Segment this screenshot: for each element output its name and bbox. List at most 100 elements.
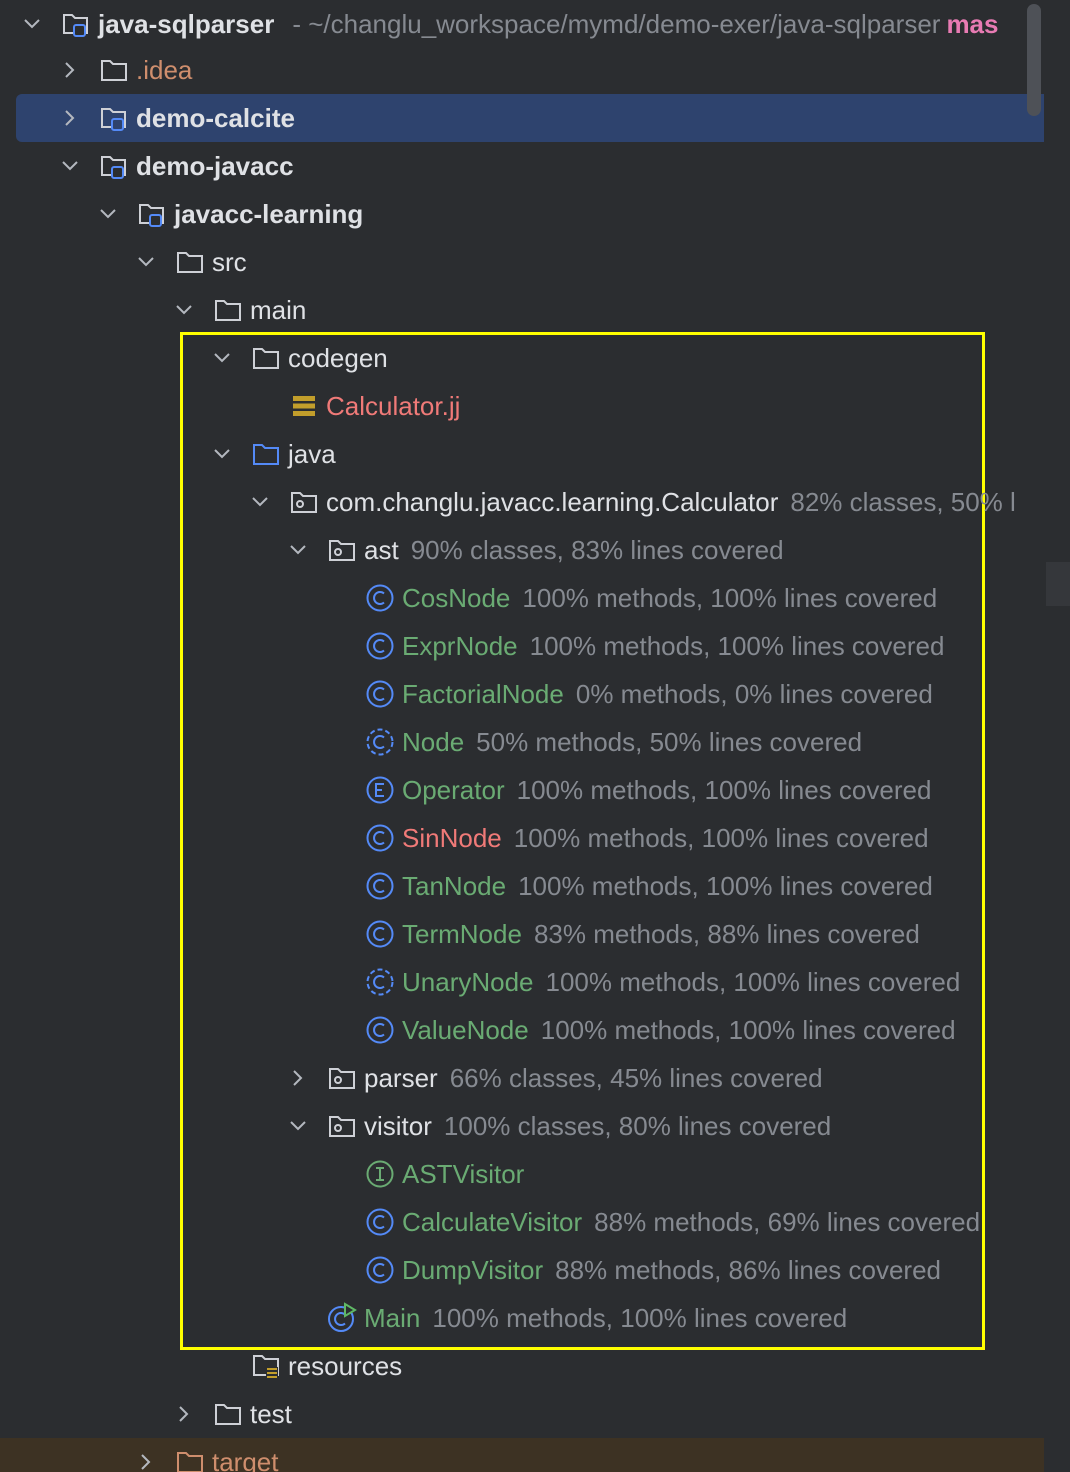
- tree-row-termnode[interactable]: TermNode 83% methods, 88% lines covered: [0, 910, 1044, 958]
- package-icon: [326, 1062, 358, 1094]
- class-icon: [364, 678, 396, 710]
- excluded-folder-icon: [174, 1446, 206, 1472]
- tree-label: FactorialNode: [402, 678, 564, 709]
- module-folder-icon: [136, 198, 168, 230]
- chevron-down-icon[interactable]: [98, 204, 118, 224]
- folder-icon: [212, 1398, 244, 1430]
- chevron-down-icon[interactable]: [136, 252, 156, 272]
- coverage-text: 100% methods, 100% lines covered: [513, 822, 929, 853]
- tree-row-exprnode[interactable]: ExprNode 100% methods, 100% lines covere…: [0, 622, 1044, 670]
- chevron-down-icon[interactable]: [212, 444, 232, 464]
- chevron-right-icon[interactable]: [288, 1068, 308, 1088]
- tree-row-factorialnode[interactable]: FactorialNode 0% methods, 0% lines cover…: [0, 670, 1044, 718]
- tree-row-operator[interactable]: Operator 100% methods, 100% lines covere…: [0, 766, 1044, 814]
- tree-row-idea[interactable]: .idea: [0, 46, 1044, 94]
- tree-row-codegen[interactable]: codegen: [0, 334, 1044, 382]
- tree-label: main: [250, 294, 307, 325]
- tree-label: codegen: [288, 342, 388, 373]
- tree-row-sinnode[interactable]: SinNode 100% methods, 100% lines covered: [0, 814, 1044, 862]
- enum-icon: [364, 774, 396, 806]
- tree-label: SinNode: [402, 822, 502, 853]
- tree-row-demo-javacc[interactable]: demo-javacc: [0, 142, 1044, 190]
- tree-row-dumpvisitor[interactable]: DumpVisitor 88% methods, 86% lines cover…: [0, 1246, 1044, 1294]
- chevron-right-icon[interactable]: [136, 1452, 156, 1472]
- tree-label: TermNode: [402, 918, 522, 949]
- chevron-down-icon[interactable]: [288, 1116, 308, 1136]
- coverage-text: 100% methods, 100% lines covered: [518, 870, 933, 901]
- tree-label: ASTVisitor: [402, 1158, 525, 1189]
- branch-name: mas: [946, 8, 999, 39]
- tree-row-visitor[interactable]: visitor 100% classes, 80% lines covered: [0, 1102, 1044, 1150]
- chevron-down-icon[interactable]: [212, 348, 232, 368]
- tree-row-resources[interactable]: resources: [0, 1342, 1044, 1390]
- class-icon: [364, 630, 396, 662]
- tree-label: CalculateVisitor: [402, 1206, 583, 1237]
- tree-label: CosNode: [402, 582, 511, 613]
- tree-row-cosnode[interactable]: CosNode 100% methods, 100% lines covered: [0, 574, 1044, 622]
- tree-row-target[interactable]: target: [0, 1438, 1044, 1472]
- tree-row-src[interactable]: src: [0, 238, 1044, 286]
- coverage-text: 100% methods, 100% lines covered: [522, 582, 938, 613]
- tree-label: UnaryNode: [402, 966, 534, 997]
- tree-row-astvisitor[interactable]: ASTVisitor: [0, 1150, 1044, 1198]
- package-icon: [326, 1110, 358, 1142]
- tree-row-ast[interactable]: ast 90% classes, 83% lines covered: [0, 526, 1044, 574]
- coverage-text: 0% methods, 0% lines covered: [575, 678, 933, 709]
- module-folder-icon: [60, 8, 92, 40]
- tree-row-test[interactable]: test: [0, 1390, 1044, 1438]
- tree-row-node[interactable]: Node 50% methods, 50% lines covered: [0, 718, 1044, 766]
- runnable-class-icon: [326, 1302, 358, 1334]
- class-icon: [364, 870, 396, 902]
- tree-label: src: [212, 246, 247, 277]
- coverage-text: 100% methods, 100% lines covered: [432, 1302, 848, 1333]
- coverage-text: 88% methods, 69% lines covered: [594, 1206, 981, 1237]
- tree-row-calculator-jj[interactable]: Calculator.jj: [0, 382, 1044, 430]
- chevron-down-icon[interactable]: [174, 300, 194, 320]
- tree-row-javacc-learning[interactable]: javacc-learning: [0, 190, 1044, 238]
- chevron-down-icon[interactable]: [288, 540, 308, 560]
- tree-row-tannode[interactable]: TanNode 100% methods, 100% lines covered: [0, 862, 1044, 910]
- class-icon: [364, 918, 396, 950]
- coverage-text: 100% methods, 100% lines covered: [540, 1014, 956, 1045]
- coverage-text: 83% methods, 88% lines covered: [533, 918, 920, 949]
- tree-row-main[interactable]: main: [0, 286, 1044, 334]
- scrollbar-track[interactable]: [1044, 0, 1070, 1472]
- chevron-right-icon[interactable]: [174, 1404, 194, 1424]
- tree-label: ExprNode: [402, 630, 518, 661]
- chevron-down-icon[interactable]: [22, 14, 42, 34]
- coverage-text: 100% methods, 100% lines covered: [529, 630, 945, 661]
- tree-label: .idea: [136, 54, 193, 85]
- abstract-class-icon: [364, 726, 396, 758]
- tree-label: ast: [364, 534, 399, 565]
- tree-row-calculatevisitor[interactable]: CalculateVisitor 88% methods, 69% lines …: [0, 1198, 1044, 1246]
- tree-row-package[interactable]: com.changlu.javacc.learning.Calculator 8…: [0, 478, 1044, 526]
- coverage-text: 100% methods, 100% lines covered: [516, 774, 932, 805]
- package-icon: [288, 486, 320, 518]
- tree-row-demo-calcite[interactable]: demo-calcite: [0, 94, 1044, 142]
- coverage-text: 100% methods, 100% lines covered: [545, 966, 961, 997]
- tree-row-valuenode[interactable]: ValueNode 100% methods, 100% lines cover…: [0, 1006, 1044, 1054]
- tree-label: java: [288, 438, 336, 469]
- scrollbar-thumb[interactable]: [1027, 4, 1041, 116]
- tree-label: demo-javacc: [136, 150, 294, 181]
- tree-label: visitor: [364, 1110, 432, 1141]
- abstract-class-icon: [364, 966, 396, 998]
- tree-row-java-sqlparser[interactable]: java-sqlparser - ~/changlu_workspace/mym…: [0, 0, 1044, 48]
- chevron-right-icon[interactable]: [60, 108, 80, 128]
- folder-icon: [250, 342, 282, 374]
- interface-icon: [364, 1158, 396, 1190]
- coverage-text: 90% classes, 83% lines covered: [410, 534, 784, 565]
- tree-row-main-class[interactable]: Main 100% methods, 100% lines covered: [0, 1294, 1044, 1342]
- scroll-marker: [1046, 562, 1070, 606]
- module-folder-icon: [98, 102, 130, 134]
- tree-row-parser[interactable]: parser 66% classes, 45% lines covered: [0, 1054, 1044, 1102]
- coverage-text: 88% methods, 86% lines covered: [555, 1254, 942, 1285]
- class-icon: [364, 822, 396, 854]
- chevron-right-icon[interactable]: [60, 60, 80, 80]
- coverage-text: 66% classes, 45% lines covered: [449, 1062, 823, 1093]
- tree-row-java[interactable]: java: [0, 430, 1044, 478]
- tree-row-unarynode[interactable]: UnaryNode 100% methods, 100% lines cover…: [0, 958, 1044, 1006]
- folder-icon: [212, 294, 244, 326]
- chevron-down-icon[interactable]: [60, 156, 80, 176]
- chevron-down-icon[interactable]: [250, 492, 270, 512]
